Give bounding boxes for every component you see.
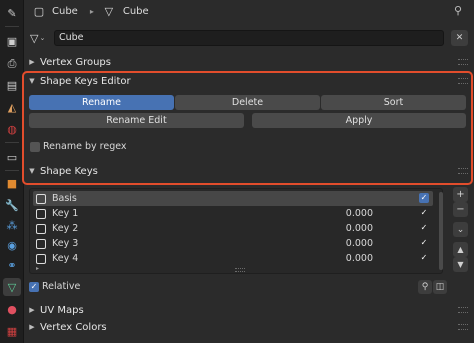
shape-key-value[interactable]: 0.000: [333, 208, 373, 219]
pin-icon: ⚲: [421, 282, 429, 292]
shape-key-icon: [36, 253, 46, 264]
triangle-up-icon: ▲: [457, 245, 464, 254]
move-down-button[interactable]: ▼: [453, 257, 468, 272]
breadcrumb: ▢ Cube ▸ ▽ Cube: [32, 6, 149, 17]
properties-tab-strip: ✎ ▣ ⎙ ▤ ◭ ◍ ▭ ■ 🔧 ⁂ ◉ ⚭ ▽ ● ▦: [0, 0, 24, 343]
shape-key-name: Key 1: [52, 208, 79, 219]
shape-key-mute-checkbox[interactable]: ✓: [419, 253, 429, 263]
scene-tab-icon[interactable]: ◭: [3, 98, 21, 116]
uv-maps-title: UV Maps: [40, 304, 84, 316]
shape-key-icon: [36, 208, 46, 219]
shape-key-name: Key 2: [52, 223, 79, 234]
material-tab-icon[interactable]: ●: [3, 300, 21, 318]
tool-tab-icon[interactable]: ✎: [3, 4, 21, 22]
drag-grip-icon[interactable]: [458, 307, 468, 313]
relative-checkbox[interactable]: ✓: [29, 282, 39, 292]
panel-collapsed-icon: ▶: [29, 58, 35, 66]
shape-keys-editor-highlight-box: [22, 71, 473, 185]
object-icon: ▢: [33, 5, 45, 18]
shape-key-mute-checkbox[interactable]: ✓: [419, 223, 429, 233]
triangle-down-icon: ▼: [457, 260, 464, 269]
drag-grip-icon[interactable]: [458, 59, 468, 65]
pin-icon[interactable]: ⚲: [454, 5, 462, 16]
shape-key-mute-checkbox[interactable]: ✓: [419, 238, 429, 248]
shape-key-mute-checkbox[interactable]: ✓: [419, 193, 429, 203]
close-icon: ✕: [455, 33, 464, 43]
texture-tab-icon[interactable]: ▦: [3, 322, 21, 340]
list-filter-toggle-icon[interactable]: ▸: [36, 265, 39, 272]
vertex-groups-panel-header[interactable]: ▶ Vertex Groups: [24, 52, 474, 72]
shape-key-value[interactable]: 0.000: [333, 238, 373, 249]
properties-header: ▢ Cube ▸ ▽ Cube ⚲: [24, 0, 474, 24]
breadcrumb-object-name: Cube: [52, 6, 78, 17]
mesh-browse-button[interactable]: ▽ ⌄: [30, 30, 52, 46]
edit-mode-button[interactable]: ◫: [433, 280, 447, 294]
list-item[interactable]: Key 2 0.000 ✓: [33, 221, 433, 236]
mesh-icon: ▽: [30, 31, 39, 45]
physics-tab-icon[interactable]: ◉: [3, 236, 21, 254]
list-item[interactable]: Basis ✓: [33, 191, 433, 206]
list-item[interactable]: Key 3 0.000 ✓: [33, 236, 433, 251]
add-shape-key-button[interactable]: +: [453, 187, 468, 202]
edit-mode-icon: ◫: [435, 282, 445, 292]
chevron-down-icon: ⌄: [39, 34, 46, 42]
shape-key-icon: [36, 223, 46, 234]
list-item[interactable]: Key 4 0.000 ✓: [33, 251, 433, 266]
shape-key-name: Basis: [52, 193, 77, 204]
breadcrumb-mesh-name: Cube: [122, 6, 149, 17]
shape-key-value[interactable]: 0.000: [333, 223, 373, 234]
list-item[interactable]: Key 1 0.000 ✓: [33, 206, 433, 221]
tab-separator: [5, 26, 19, 27]
modifier-tab-icon[interactable]: 🔧: [3, 196, 21, 214]
shape-key-value[interactable]: 0.000: [333, 253, 373, 264]
shape-key-name: Key 4: [52, 253, 79, 264]
remove-shape-key-button[interactable]: −: [453, 202, 468, 217]
unlink-button[interactable]: ✕: [451, 30, 468, 46]
render-tab-icon[interactable]: ▣: [3, 32, 21, 50]
list-scrollbar[interactable]: [439, 192, 443, 270]
vertex-groups-title: Vertex Groups: [40, 56, 111, 68]
world-tab-icon[interactable]: ◍: [3, 120, 21, 138]
collection-tab-icon[interactable]: ▭: [3, 148, 21, 166]
pin-shape-button[interactable]: ⚲: [418, 280, 432, 294]
particles-tab-icon[interactable]: ⁂: [3, 216, 21, 234]
shape-keys-list[interactable]: Basis ✓ Key 1 0.000 ✓ Key 2 0.000 ✓ Key …: [29, 188, 443, 274]
shape-key-icon: [36, 238, 46, 249]
vertex-colors-title: Vertex Colors: [40, 321, 107, 333]
list-resize-grip-icon[interactable]: [235, 268, 245, 272]
chevron-down-icon: ⌄: [456, 224, 465, 235]
vertex-colors-panel-header[interactable]: ▶ Vertex Colors: [24, 317, 474, 337]
shape-key-mute-checkbox[interactable]: ✓: [419, 208, 429, 218]
tab-separator: [5, 170, 19, 171]
mesh-icon: ▽: [104, 5, 114, 18]
minus-icon: −: [456, 204, 465, 215]
shape-key-name: Key 3: [52, 238, 79, 249]
object-tab-icon[interactable]: ■: [3, 174, 21, 192]
relative-label: Relative: [42, 281, 81, 292]
mesh-name-field[interactable]: Cube: [54, 30, 444, 46]
move-up-button[interactable]: ▲: [453, 242, 468, 257]
shape-key-icon: [36, 193, 46, 204]
breadcrumb-separator-icon: ▸: [89, 7, 94, 16]
panel-collapsed-icon: ▶: [29, 306, 35, 314]
panel-collapsed-icon: ▶: [29, 323, 35, 331]
drag-grip-icon[interactable]: [458, 324, 468, 330]
output-tab-icon[interactable]: ⎙: [3, 54, 21, 72]
plus-icon: +: [456, 189, 465, 200]
tab-separator: [5, 142, 19, 143]
specials-menu-button[interactable]: ⌄: [453, 222, 468, 237]
mesh-data-tab-icon[interactable]: ▽: [3, 278, 21, 296]
view-layer-tab-icon[interactable]: ▤: [3, 76, 21, 94]
constraints-tab-icon[interactable]: ⚭: [3, 256, 21, 274]
